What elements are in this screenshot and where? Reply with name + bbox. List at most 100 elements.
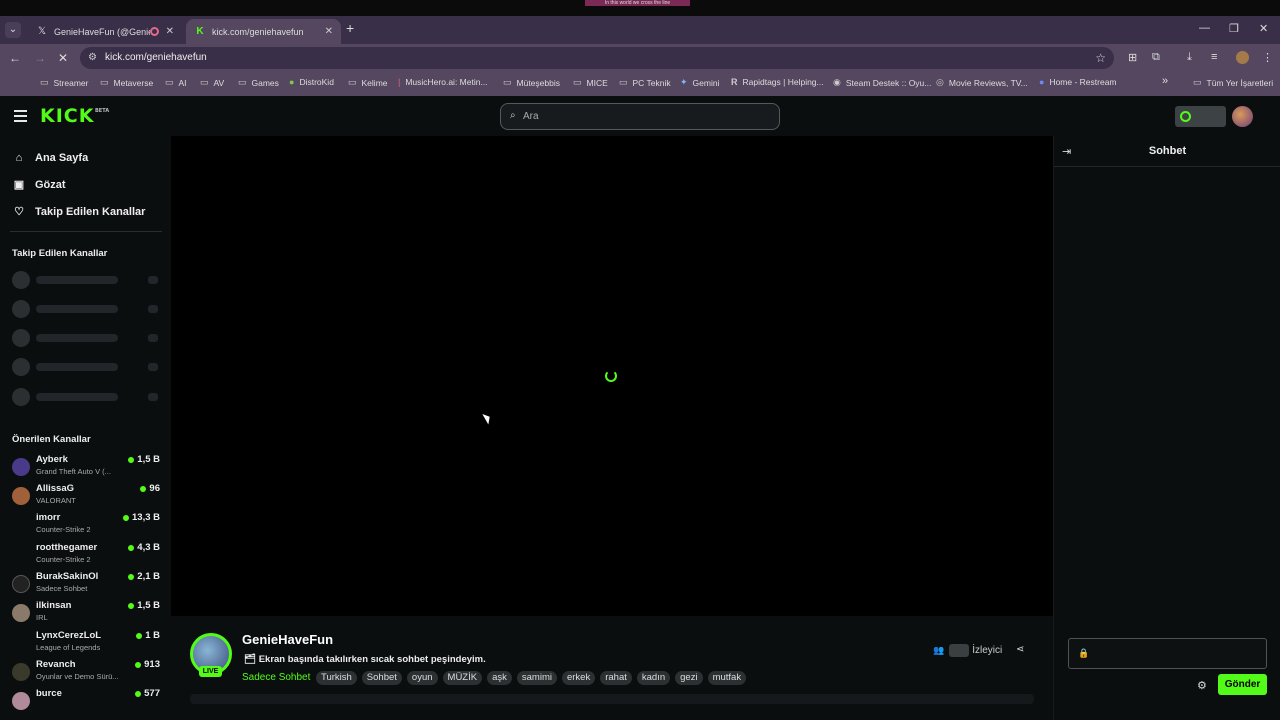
- tag[interactable]: oyun: [406, 671, 438, 685]
- bookmarks-overflow-button[interactable]: »: [1162, 75, 1168, 87]
- stream-category-link[interactable]: Sadece Sohbet: [242, 672, 310, 683]
- bookmark-item[interactable]: | MusicHero.ai: Metin...: [398, 77, 488, 87]
- extensions-icon[interactable]: ⧉: [1152, 51, 1160, 64]
- recommended-channel[interactable]: rootthegamer Counter-Strike 2 4,3 B: [12, 542, 160, 568]
- viewer-count: 1,5 B: [128, 600, 160, 611]
- nav-home[interactable]: ⌂ Ana Sayfa: [12, 152, 89, 164]
- bookmark-item[interactable]: ▭ Metaverse: [100, 77, 153, 88]
- kick-logo[interactable]: KICK BETA: [40, 105, 109, 127]
- bookmark-item[interactable]: ▭ AV: [200, 77, 224, 88]
- viewer-count: 577: [135, 688, 160, 699]
- channel-avatar: [12, 458, 30, 476]
- bookmark-item[interactable]: ▭ MICE: [573, 77, 608, 88]
- tag[interactable]: Turkish: [316, 671, 357, 685]
- tab-x-geniehavefun[interactable]: 𝕏 GenieHaveFun (@GenieHaveFun) ✕: [28, 19, 182, 44]
- media-control-icon[interactable]: ≡: [1211, 51, 1217, 63]
- nav-label: Ana Sayfa: [35, 152, 89, 164]
- recommended-channel[interactable]: imorr Counter-Strike 2 13,3 B: [12, 512, 160, 538]
- chat-header: ⇥ Sohbet: [1054, 136, 1280, 167]
- bookmark-item[interactable]: ● Home - Restream: [1039, 77, 1117, 87]
- site-info-icon[interactable]: ⚙: [88, 52, 97, 63]
- send-button[interactable]: Gönder: [1218, 674, 1267, 695]
- bookmark-item[interactable]: ▭ Games: [238, 77, 279, 88]
- bookmarks-bar: ▭ Streamer ▭ Metaverse ▭ AI ▭ AV ▭ Games ● Dis…: [0, 72, 1280, 96]
- window-close-button[interactable]: ✕: [1259, 22, 1268, 35]
- download-icon[interactable]: ⤓: [1187, 51, 1192, 64]
- bookmark-item[interactable]: ▭ PC Teknik: [619, 77, 671, 88]
- bookmark-item[interactable]: ● DistroKid: [289, 77, 334, 87]
- folder-icon: ▭: [348, 77, 357, 87]
- bookmark-item[interactable]: ◎ Movie Reviews, TV...: [936, 77, 1028, 88]
- close-icon[interactable]: ✕: [166, 26, 174, 37]
- viewer-count: 1,5 B: [128, 454, 160, 465]
- live-dot-icon: [135, 661, 142, 668]
- address-bar[interactable]: ⚙ kick.com/geniehavefun ☆: [80, 47, 1114, 69]
- new-tab-button[interactable]: +: [346, 20, 354, 36]
- home-icon: ⌂: [15, 152, 23, 164]
- recommended-channel[interactable]: LynxCerezLoL League of Legends 1 B: [12, 630, 160, 656]
- tab-search-button[interactable]: ⌄: [5, 22, 21, 38]
- viewer-count-text: 913: [144, 659, 160, 670]
- close-icon[interactable]: ✕: [325, 26, 333, 37]
- tag[interactable]: erkek: [561, 671, 596, 685]
- bookmark-item[interactable]: ▭ Müteşebbis: [503, 77, 560, 88]
- bookmark-star-icon[interactable]: ☆: [1095, 51, 1106, 65]
- recommended-channel[interactable]: BurakSakinOl Sadece Sohbet 2,1 B: [12, 571, 160, 597]
- bookmark-label: Games: [251, 77, 279, 88]
- share-icon[interactable]: ⋖: [1016, 644, 1024, 655]
- nav-following[interactable]: ♡ Takip Edilen Kanallar: [12, 205, 145, 219]
- bookmark-item[interactable]: ✦ Gemini: [680, 77, 719, 88]
- minimize-button[interactable]: —: [1199, 22, 1210, 34]
- media-banner: In this world we cross the line: [585, 0, 690, 6]
- stop-loading-icon[interactable]: ✕: [58, 51, 68, 65]
- channel-avatar: [12, 575, 30, 593]
- folder-icon: ▭: [238, 77, 247, 87]
- viewer-count-text: 1 B: [145, 630, 160, 641]
- theme-toggle[interactable]: [1175, 106, 1226, 127]
- restore-button[interactable]: ❐: [1229, 22, 1239, 35]
- chat-input[interactable]: 🔒: [1068, 638, 1267, 669]
- tag[interactable]: aşk: [487, 671, 512, 685]
- tag[interactable]: rahat: [600, 671, 632, 685]
- channel-name[interactable]: GenieHaveFun: [242, 632, 333, 647]
- back-icon[interactable]: ←: [9, 51, 21, 65]
- viewer-count-placeholder: [949, 644, 970, 657]
- recommended-channel[interactable]: Revanch Oyunlar ve Demo Sürü... 913: [12, 659, 160, 685]
- gear-icon[interactable]: ⚙: [1197, 679, 1207, 692]
- viewer-count: 2,1 B: [128, 571, 160, 582]
- viewer-count: 96: [140, 483, 160, 494]
- bookmark-item[interactable]: ▭ AI: [165, 77, 187, 88]
- kick-app: KICK BETA ⌕ Ara ⌂ Ana Sayfa ▣ Gözat ♡ Takip…: [0, 96, 1280, 720]
- user-avatar[interactable]: [1232, 106, 1253, 127]
- bookmark-item[interactable]: ▭ Kelime: [348, 77, 388, 88]
- recommended-channel[interactable]: Ayberk Grand Theft Auto V (... 1,5 B: [12, 454, 160, 480]
- bookmark-item[interactable]: R Rapidtags | Helping...: [731, 77, 824, 87]
- translate-icon[interactable]: ⊞: [1128, 51, 1137, 64]
- video-player[interactable]: [171, 136, 1053, 616]
- recommended-channel[interactable]: AllissaG VALORANT 96: [12, 483, 160, 509]
- tag[interactable]: MÜZİK: [442, 671, 483, 685]
- bookmark-item[interactable]: ▭ Streamer: [40, 77, 88, 88]
- musichero-icon: |: [398, 77, 401, 87]
- tag[interactable]: kadın: [636, 671, 671, 685]
- menu-icon[interactable]: ⋮: [1262, 51, 1273, 64]
- hamburger-menu-icon[interactable]: [14, 110, 27, 125]
- profile-avatar[interactable]: [1236, 51, 1249, 64]
- viewer-count: 1 B: [136, 630, 160, 641]
- bookmark-item[interactable]: ◉ Steam Destek :: Oyu...: [833, 77, 931, 88]
- recommended-channel[interactable]: ilkinsan IRL 1,5 B: [12, 600, 160, 626]
- stream-title-text: Ekran başında takılırken sıcak sohbet pe…: [258, 654, 486, 665]
- tag[interactable]: Sohbet: [361, 671, 402, 685]
- recommended-channel[interactable]: burce 577: [12, 688, 160, 710]
- skeleton-row: [12, 271, 162, 289]
- search-input[interactable]: ⌕ Ara: [500, 103, 780, 130]
- nav-browse[interactable]: ▣ Gözat: [12, 178, 66, 192]
- bookmark-label: AI: [178, 77, 187, 88]
- tab-kick-geniehavefun[interactable]: K kick.com/geniehavefun ✕: [186, 19, 341, 44]
- tag[interactable]: gezi: [675, 671, 703, 685]
- tag[interactable]: samimi: [516, 671, 557, 685]
- all-bookmarks-folder[interactable]: ▭ Tüm Yer İşaretleri: [1193, 77, 1273, 88]
- tag[interactable]: mutfak: [707, 671, 747, 685]
- forward-icon[interactable]: →: [34, 51, 46, 65]
- url-text[interactable]: kick.com/geniehavefun: [105, 52, 207, 63]
